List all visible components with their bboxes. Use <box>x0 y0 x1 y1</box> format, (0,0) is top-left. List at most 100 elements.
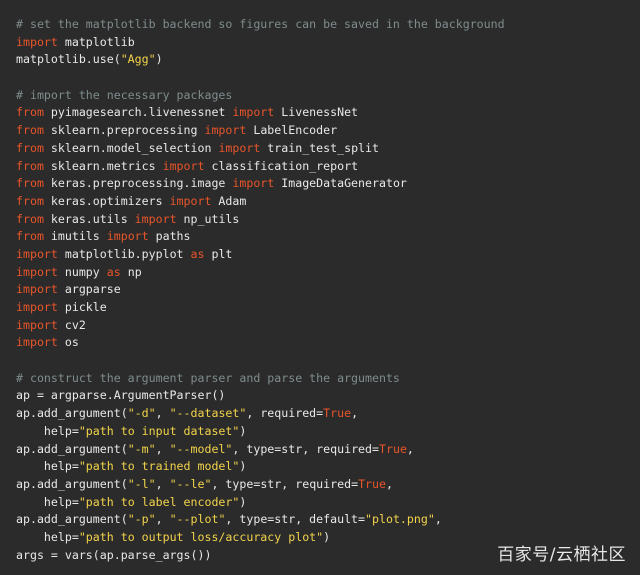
code-text: , <box>155 406 170 421</box>
code-keyword: import <box>162 158 205 173</box>
code-text: , <box>155 476 170 491</box>
code-text: help= <box>16 529 79 544</box>
code-text: pickle <box>57 300 107 314</box>
code-line: import pickle <box>16 299 624 317</box>
code-text: ap.add_argument( <box>16 476 128 491</box>
code-line: from sklearn.metrics import classificati… <box>16 158 624 176</box>
code-keyword: import <box>16 335 58 350</box>
code-keyword: from <box>16 105 44 120</box>
code-keyword: True <box>323 406 352 421</box>
code-comment: # construct the argument parser and pars… <box>16 370 400 385</box>
code-string: "Agg" <box>120 52 156 67</box>
code-keyword: from <box>16 229 44 244</box>
code-line: # set the matplotlib backend so figures … <box>16 16 624 34</box>
code-text: paths <box>148 229 191 244</box>
code-text: imutils <box>43 229 107 244</box>
code-keyword: True <box>358 476 386 491</box>
code-comment: # import the necessary packages <box>16 87 233 102</box>
code-text: keras.optimizers <box>43 193 170 208</box>
code-text: args = vars(ap.parse_args()) <box>16 547 212 562</box>
code-text: LabelEncoder <box>246 123 338 138</box>
code-block: # set the matplotlib backend so figures … <box>0 0 640 575</box>
code-text: ) <box>239 423 247 438</box>
code-text: ) <box>323 529 331 544</box>
code-lines: # set the matplotlib backend so figures … <box>16 16 624 564</box>
code-keyword: from <box>16 211 44 226</box>
code-text: ) <box>239 494 247 509</box>
watermark-text: 百家号/云栖社区 <box>497 545 626 566</box>
code-line: ap.add_argument("-m", "--model", type=st… <box>16 441 624 459</box>
code-keyword: import <box>232 105 275 120</box>
code-line: from keras.optimizers import Adam <box>16 193 624 211</box>
code-text: ap.add_argument( <box>16 406 128 421</box>
code-text: , <box>434 512 442 527</box>
code-text: , <box>155 441 170 456</box>
code-text: matplotlib.use( <box>16 52 121 67</box>
code-line: help="path to output loss/accuracy plot"… <box>16 529 624 547</box>
code-line: import argparse <box>16 281 624 299</box>
code-string: "path to trained model" <box>78 459 240 474</box>
code-text: argparse <box>57 282 121 297</box>
code-keyword: import <box>16 34 58 49</box>
code-string: "-m" <box>127 441 156 456</box>
code-text: classification_report <box>204 158 359 173</box>
code-text: help= <box>16 494 79 509</box>
code-string: "--le" <box>169 476 212 491</box>
code-string: "--plot" <box>169 512 226 527</box>
code-line: import matplotlib <box>16 34 624 52</box>
code-text: np <box>120 264 142 279</box>
code-line: # construct the argument parser and pars… <box>16 370 624 388</box>
code-line: matplotlib.use("Agg") <box>16 51 624 69</box>
code-line: # import the necessary packages <box>16 87 624 105</box>
code-keyword: from <box>16 123 44 138</box>
code-text: matplotlib.pyplot <box>57 246 191 261</box>
code-text: , type=str, required= <box>232 441 379 456</box>
code-text: cv2 <box>57 317 86 332</box>
code-keyword: import <box>169 193 212 208</box>
code-text: ) <box>155 52 163 67</box>
code-keyword: import <box>204 123 247 138</box>
code-string: "-p" <box>127 512 156 527</box>
code-text: ) <box>239 459 247 474</box>
code-text: LivenessNet <box>274 105 359 120</box>
code-text: np_utils <box>176 211 240 226</box>
code-text: sklearn.preprocessing <box>43 123 205 138</box>
code-text: help= <box>16 423 79 438</box>
code-text: plt <box>204 246 233 261</box>
code-string: "--model" <box>169 441 233 456</box>
code-line: help="path to input dataset") <box>16 423 624 441</box>
code-keyword: from <box>16 193 44 208</box>
code-line: import matplotlib.pyplot as plt <box>16 246 624 264</box>
code-text: ap = argparse.ArgumentParser() <box>16 388 226 403</box>
code-text: , <box>385 476 393 491</box>
code-keyword: import <box>218 140 261 155</box>
code-keyword: as <box>190 246 205 261</box>
code-keyword: import <box>16 300 58 314</box>
code-line: from imutils import paths <box>16 228 624 246</box>
code-text: keras.preprocessing.image <box>43 176 233 191</box>
code-keyword: import <box>16 264 58 279</box>
code-text: train_test_split <box>260 140 379 155</box>
code-text: ImageDataGenerator <box>274 176 407 191</box>
code-line: help="path to label encoder") <box>16 494 624 512</box>
code-text: matplotlib <box>57 34 135 49</box>
code-keyword: from <box>16 140 44 155</box>
code-keyword: import <box>106 229 149 244</box>
code-keyword: import <box>134 211 177 226</box>
code-line: ap = argparse.ArgumentParser() <box>16 387 624 405</box>
code-text: , required= <box>246 406 324 421</box>
code-text: sklearn.model_selection <box>43 140 219 155</box>
code-line: ap.add_argument("-d", "--dataset", requi… <box>16 405 624 423</box>
code-keyword: import <box>16 317 58 332</box>
code-keyword: True <box>379 441 407 456</box>
code-keyword: from <box>16 176 44 191</box>
code-line: import numpy as np <box>16 264 624 282</box>
code-keyword: as <box>106 264 121 279</box>
code-comment: # set the matplotlib backend so figures … <box>16 17 505 31</box>
code-text: sklearn.metrics <box>43 158 163 173</box>
code-string: "path to output loss/accuracy plot" <box>78 529 324 544</box>
code-line: from keras.utils import np_utils <box>16 211 624 229</box>
code-text: ap.add_argument( <box>16 512 128 527</box>
code-line: help="path to trained model") <box>16 458 624 476</box>
code-text: , type=str, default= <box>225 512 366 527</box>
